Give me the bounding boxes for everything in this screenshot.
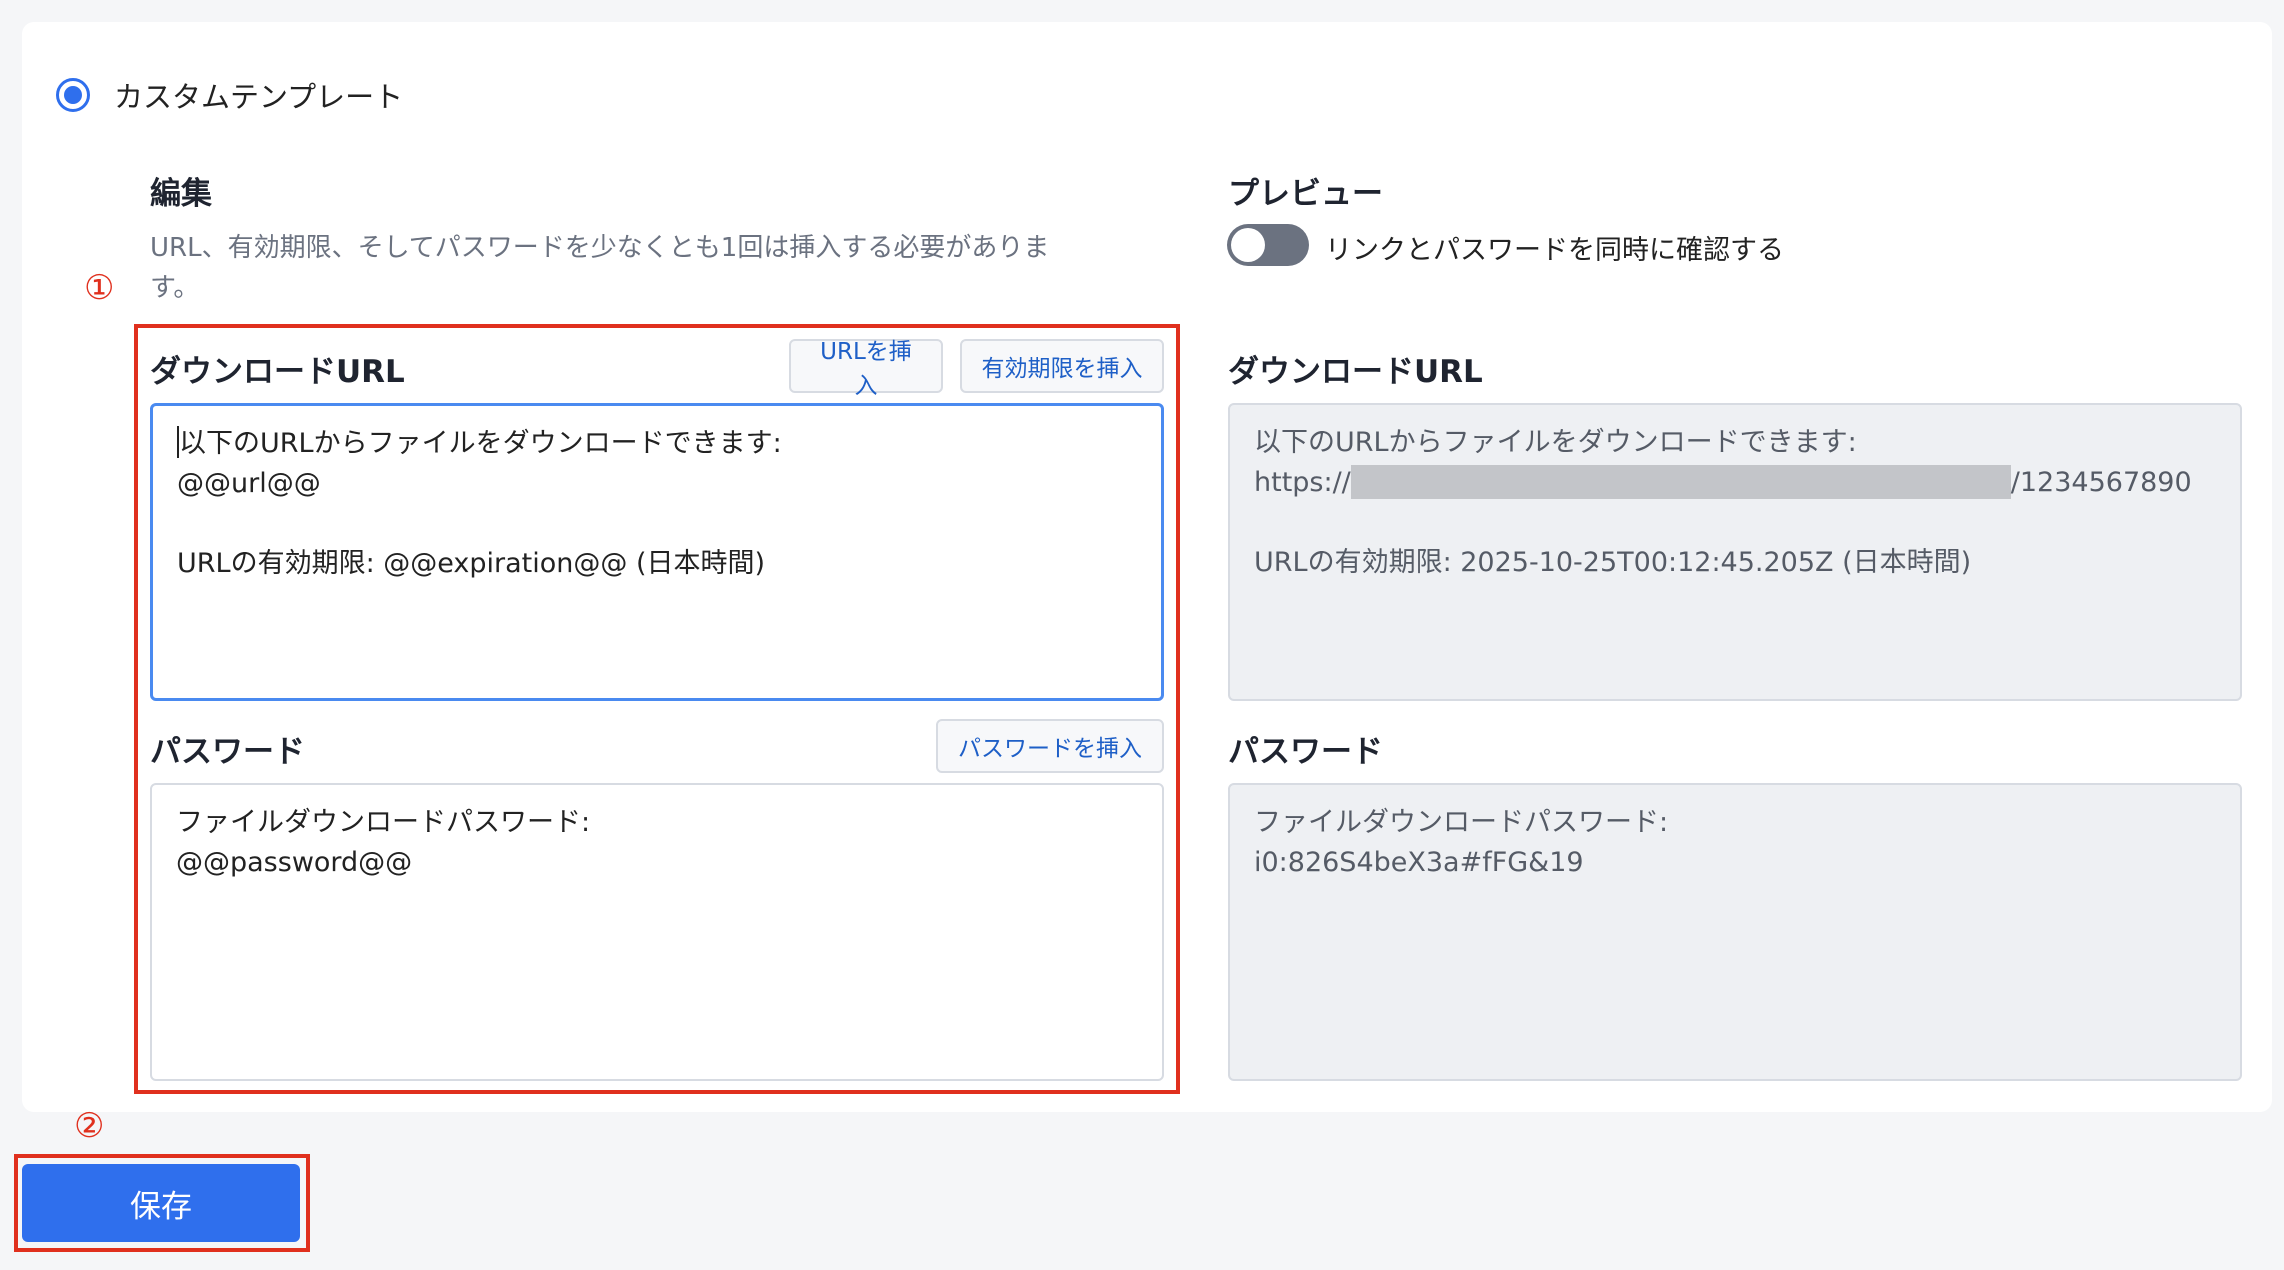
save-button[interactable]: 保存 [22, 1164, 300, 1242]
preview-download-url-label: ダウンロードURL [1228, 354, 1483, 390]
insert-password-button[interactable]: パスワードを挿入 [936, 719, 1164, 773]
custom-template-label: カスタムテンプレート [114, 80, 404, 114]
radio-selected-dot [64, 86, 82, 104]
password-editor-line-1: ファイルダウンロードパスワード: [176, 807, 591, 838]
simultaneous-check-toggle[interactable] [1227, 224, 1309, 266]
preview-password-line-2: i0:826S4beX3a#fFG&19 [1254, 847, 1584, 878]
insert-url-button[interactable]: URLを挿入 [789, 339, 943, 399]
download-url-template-editor[interactable]: 以下のURLからファイルをダウンロードできます: @@url@@ URLの有効期… [150, 403, 1164, 701]
password-label: パスワード [150, 734, 305, 770]
toggle-knob [1231, 228, 1265, 262]
password-editor-line-2: @@password@@ [176, 847, 413, 878]
preview-password-label: パスワード [1228, 734, 1383, 770]
preview-password-line-1: ファイルダウンロードパスワード: [1254, 807, 1669, 838]
preview-url-suffix: /1234567890 [2010, 467, 2192, 498]
preview-expiration-line: URLの有効期限: 2025-10-25T00:12:45.205Z (日本時間… [1254, 547, 1972, 578]
preview-url-line-2: https:// /1234567890 [1254, 463, 2216, 503]
edit-description: URL、有効期限、そしてパスワードを少なくとも1回は挿入する必要がありま す。 [150, 233, 1050, 303]
download-url-label: ダウンロードURL [150, 354, 405, 390]
custom-template-option[interactable]: カスタムテンプレート [56, 74, 403, 116]
toggle-label: リンクとパスワードを同時に確認する [1325, 235, 1784, 266]
editor-line-1: 以下のURLからファイルをダウンロードできます: [179, 428, 782, 459]
edit-title: 編集 [150, 176, 212, 212]
editor-line-4: URLの有効期限: @@expiration@@ (日本時間) [177, 548, 766, 579]
annotation-marker-2: ② [74, 1106, 105, 1146]
annotation-marker-1: ① [84, 268, 115, 308]
editor-line-2: @@url@@ [177, 468, 321, 499]
preview-password-box: ファイルダウンロードパスワード: i0:826S4beX3a#fFG&19 [1228, 783, 2242, 1081]
insert-expiration-button[interactable]: 有効期限を挿入 [960, 339, 1164, 393]
password-template-editor[interactable]: ファイルダウンロードパスワード: @@password@@ [150, 783, 1164, 1081]
preview-url-line-1: 以下のURLからファイルをダウンロードできます: [1254, 427, 1857, 458]
radio-button[interactable] [56, 78, 90, 112]
preview-url-prefix: https:// [1254, 467, 1351, 498]
preview-title: プレビュー [1228, 176, 1383, 212]
redacted-url-segment [1350, 465, 2011, 499]
preview-download-url-box: 以下のURLからファイルをダウンロードできます: https:// /123456… [1228, 403, 2242, 701]
